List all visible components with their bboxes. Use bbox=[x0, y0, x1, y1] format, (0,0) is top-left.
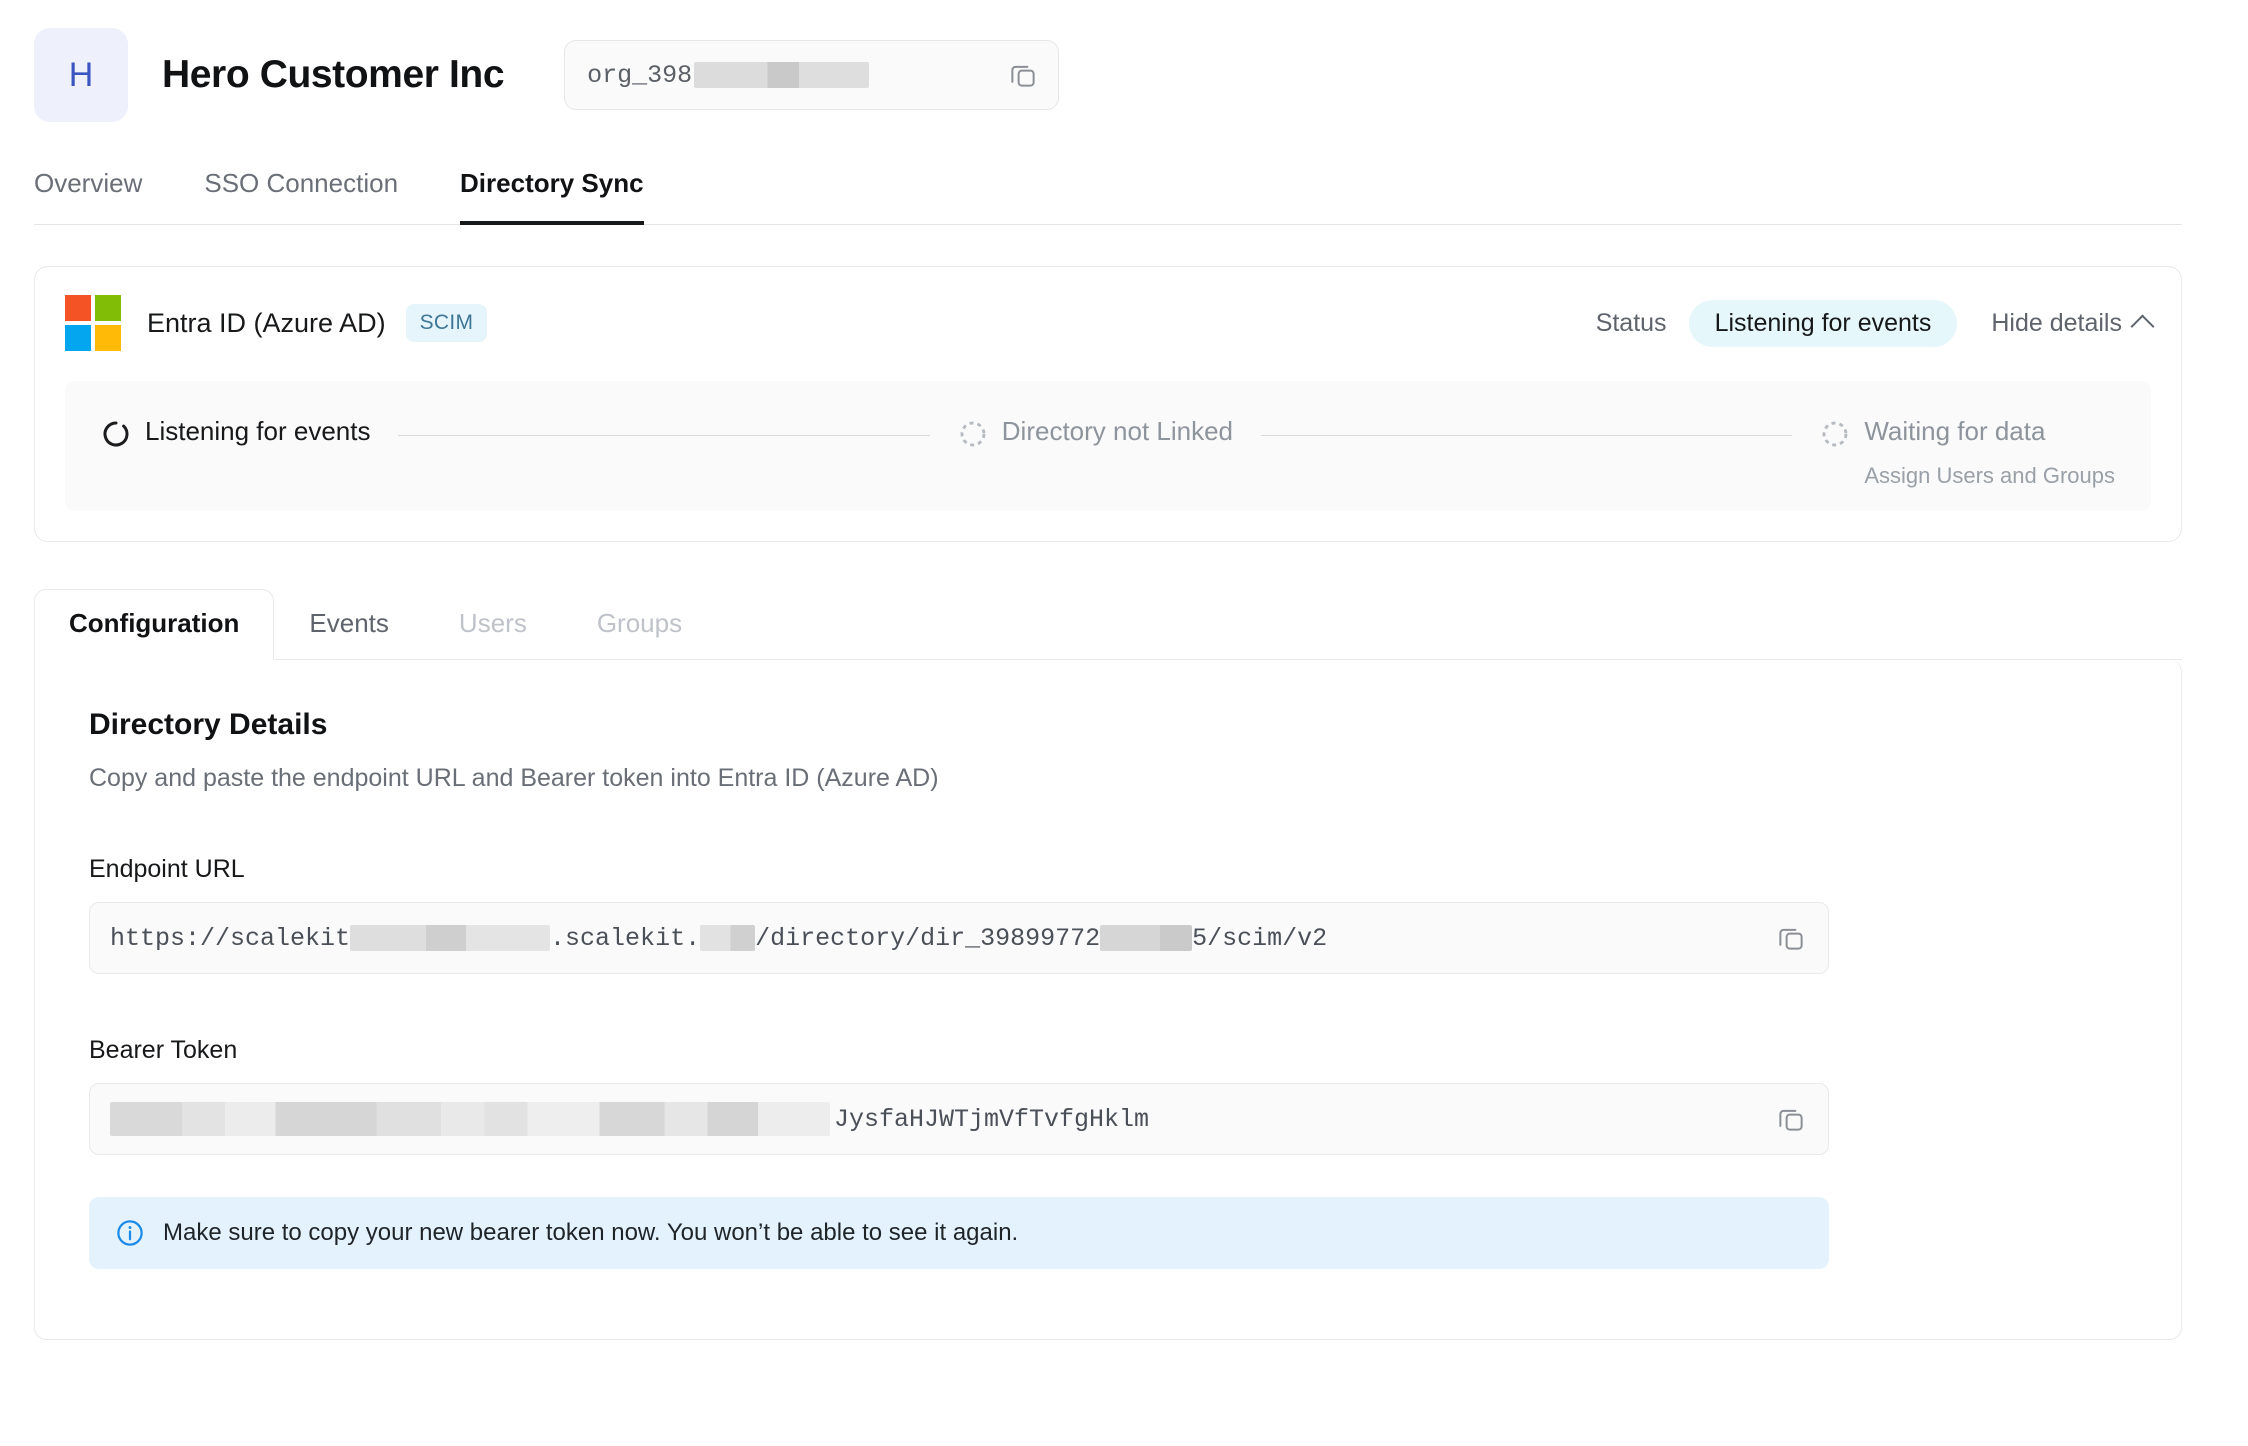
hide-details-button[interactable]: Hide details bbox=[1991, 309, 2151, 338]
section-subtitle: Copy and paste the endpoint URL and Bear… bbox=[89, 764, 2127, 793]
page-header: H Hero Customer Inc org_398 bbox=[0, 0, 2248, 122]
endpoint-part-scheme: https://scalekit bbox=[110, 924, 350, 953]
provider-name: Entra ID (Azure AD) bbox=[147, 308, 386, 339]
microsoft-logo-icon bbox=[65, 295, 121, 351]
primary-tabs: Overview SSO Connection Directory Sync bbox=[34, 158, 2182, 225]
tab-events[interactable]: Events bbox=[274, 589, 424, 660]
chevron-up-icon bbox=[2130, 314, 2154, 338]
bearer-token-warning: Make sure to copy your new bearer token … bbox=[89, 1197, 1829, 1269]
copy-icon bbox=[1008, 60, 1038, 90]
connection-card-header: Entra ID (Azure AD) SCIM Status Listenin… bbox=[65, 295, 2151, 351]
tab-groups: Groups bbox=[562, 589, 717, 660]
connection-card: Entra ID (Azure AD) SCIM Status Listenin… bbox=[34, 266, 2182, 542]
step-connector bbox=[398, 435, 929, 436]
section-title: Directory Details bbox=[89, 708, 2127, 742]
tab-directory-sync[interactable]: Directory Sync bbox=[460, 158, 644, 225]
status-badge: Listening for events bbox=[1689, 300, 1958, 347]
avatar: H bbox=[34, 28, 128, 122]
sync-progress-stepper: Listening for events Directory not Linke… bbox=[65, 381, 2151, 511]
redacted-bearer-token bbox=[110, 1102, 830, 1136]
bearer-token-label: Bearer Token bbox=[89, 1036, 2127, 1065]
configuration-panel: Directory Details Copy and paste the end… bbox=[34, 660, 2182, 1340]
page-title: Hero Customer Inc bbox=[162, 53, 504, 97]
step-label: Waiting for data bbox=[1864, 415, 2115, 449]
bearer-token-visible-suffix: JysfaHJWTjmVfTvfgHklm bbox=[834, 1105, 1149, 1134]
dashed-circle-icon bbox=[1820, 419, 1850, 449]
endpoint-url-label: Endpoint URL bbox=[89, 855, 2127, 884]
tab-configuration[interactable]: Configuration bbox=[34, 589, 274, 660]
endpoint-url-field[interactable]: https://scalekit .scalekit. /directory/d… bbox=[89, 902, 1829, 974]
endpoint-part-domain: .scalekit. bbox=[550, 924, 700, 953]
org-id-value: org_398 bbox=[587, 61, 869, 90]
step-label: Directory not Linked bbox=[1002, 415, 1233, 449]
org-id-prefix: org_398 bbox=[587, 61, 692, 90]
endpoint-url-value: https://scalekit .scalekit. /directory/d… bbox=[110, 924, 1327, 953]
step-text: Directory not Linked bbox=[1002, 415, 1233, 449]
redacted-subdomain bbox=[350, 925, 550, 951]
warning-text: Make sure to copy your new bearer token … bbox=[163, 1219, 1018, 1247]
step-directory-not-linked: Directory not Linked bbox=[958, 415, 1233, 449]
endpoint-part-path: /directory/dir_39899772 bbox=[755, 924, 1100, 953]
spinner-icon bbox=[101, 419, 131, 449]
step-text: Listening for events bbox=[145, 415, 370, 449]
copy-bearer-token-button[interactable] bbox=[1762, 1090, 1820, 1148]
tab-sso-connection[interactable]: SSO Connection bbox=[204, 158, 398, 225]
tab-users: Users bbox=[424, 589, 562, 660]
redacted-dir-id bbox=[1100, 925, 1192, 951]
redacted-org-id bbox=[694, 62, 869, 88]
endpoint-part-suffix: 5/scim/v2 bbox=[1192, 924, 1327, 953]
copy-icon bbox=[1776, 923, 1806, 953]
step-listening-for-events: Listening for events bbox=[101, 415, 370, 449]
protocol-badge: SCIM bbox=[406, 304, 488, 342]
avatar-letter: H bbox=[69, 56, 94, 95]
directory-sync-page: H Hero Customer Inc org_398 Overview SSO… bbox=[0, 0, 2248, 1446]
step-text: Waiting for data Assign Users and Groups bbox=[1864, 415, 2115, 489]
connection-status-group: Status Listening for events Hide details bbox=[1596, 300, 2151, 347]
org-id-chip[interactable]: org_398 bbox=[564, 40, 1059, 110]
dashed-circle-icon bbox=[958, 419, 988, 449]
tab-overview[interactable]: Overview bbox=[34, 158, 142, 225]
bearer-token-field[interactable]: JysfaHJWTjmVfTvfgHklm bbox=[89, 1083, 1829, 1155]
copy-org-id-button[interactable] bbox=[994, 46, 1052, 104]
info-circle-icon bbox=[115, 1218, 145, 1248]
hide-details-label: Hide details bbox=[1991, 309, 2122, 338]
copy-endpoint-url-button[interactable] bbox=[1762, 909, 1820, 967]
step-connector bbox=[1261, 435, 1792, 436]
step-label: Listening for events bbox=[145, 415, 370, 449]
redacted-tld bbox=[700, 925, 755, 951]
status-label: Status bbox=[1596, 309, 1667, 338]
copy-icon bbox=[1776, 1104, 1806, 1134]
step-waiting-for-data: Waiting for data Assign Users and Groups bbox=[1820, 415, 2115, 489]
bearer-token-value: JysfaHJWTjmVfTvfgHklm bbox=[110, 1102, 1149, 1136]
secondary-tabs: Configuration Events Users Groups bbox=[34, 589, 2182, 660]
step-sublabel: Assign Users and Groups bbox=[1864, 463, 2115, 489]
